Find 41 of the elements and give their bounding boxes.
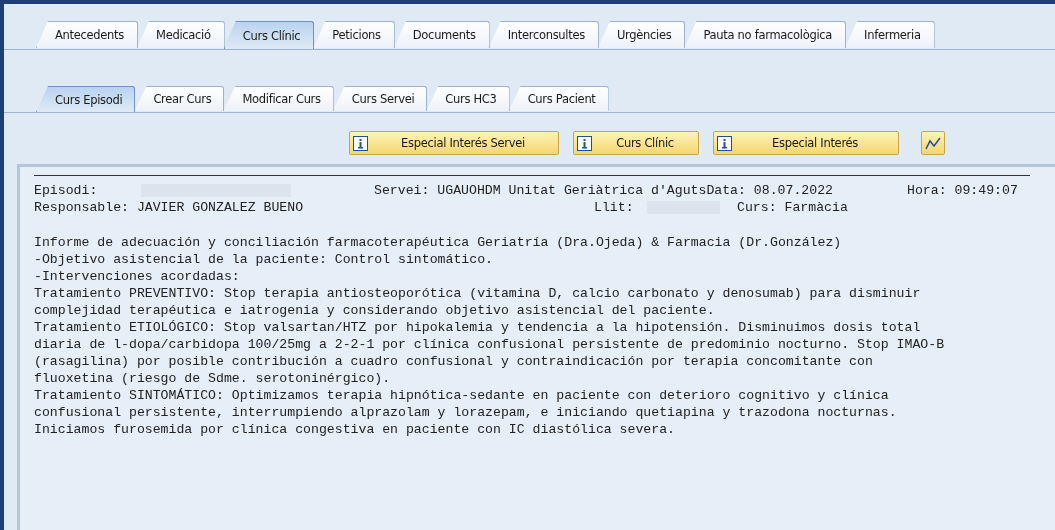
field-label: Llit:	[594, 200, 635, 215]
tab[interactable]: Urgències	[597, 21, 686, 48]
tab[interactable]: Documents	[393, 21, 490, 48]
report-line: fluoxetina (riesgo de Sdme. serotoninérgico).	[34, 370, 392, 387]
tab[interactable]: Infermeria	[845, 21, 935, 48]
responsible-text: Responsable: JAVIER GONZALEZ BUENO	[34, 200, 305, 215]
report-line: Iniciamos furosemida por clínica congestiva en paciente con IC diastólica severa.	[34, 421, 677, 438]
line-chart-icon	[925, 135, 941, 151]
tab[interactable]: Curs Clínic	[223, 21, 315, 49]
report-line: Informe de adecuación y conciliación farmacoterapéutica Geriatría (Dra.Ojeda) & Farmacia (Dr.González)	[34, 234, 843, 251]
report-line: Tratamiento ETIOLÓGICO: Stop valsartan/HTZ por hipokalemia y tendencia a la hipotensión. Disminuimos dosis total	[34, 319, 922, 336]
chart-button[interactable]	[921, 131, 945, 155]
field-label: Episodi:	[34, 183, 99, 198]
report-line: diaria de l-dopa/carbidopa 100/25mg a 2-2-1 por clínica confusional persistente de predominio nocturno. Stop IMAO-B	[34, 336, 946, 353]
report-line: -Objetivo asistencial de la paciente: Control sintomático.	[34, 251, 494, 268]
report-line: confusional persistente, interrumpiendo alprazolam y lorazepam, e iniciando quetiapina y trazodona nocturnas.	[34, 404, 898, 421]
report-line: (rasagilina) por posible contribución a cuadro confusional y contraindicación por terapia concomitante con	[34, 353, 874, 370]
course-text: Curs: Farmàcia	[737, 200, 848, 215]
tab[interactable]: Crear Curs	[134, 86, 225, 111]
info-icon	[577, 135, 592, 151]
info-button[interactable]: Especial Interés Servei	[349, 131, 559, 155]
report-line: -Intervenciones acordadas:	[34, 268, 241, 285]
service-text: Servei: UGAUOHDM Unitat Geriàtrica d'AgutsData: 08.07.2022	[374, 183, 834, 198]
info-button[interactable]: Especial Interés	[713, 131, 899, 155]
tab[interactable]: Curs HC3	[426, 86, 510, 111]
tab[interactable]: Modificar Curs	[223, 86, 334, 111]
tab[interactable]: Pauta no farmacològica	[684, 21, 847, 48]
info-icon	[717, 135, 732, 151]
tab[interactable]: Peticions	[313, 21, 395, 48]
info-button[interactable]: Curs Clínic	[573, 131, 699, 155]
time-text: Hora: 09:49:07	[907, 183, 1018, 198]
report-line: complejidad terapéutica e iatrogenia y considerando objetivo asistencial del paciente.	[34, 302, 716, 319]
tab[interactable]: Interconsultes	[488, 21, 599, 48]
report-line: Tratamiento SINTOMÁTICO: Optimizamos terapia hipnótica-sedante en paciente con deterioro cognitivo y clínica	[34, 387, 890, 404]
report-line: Tratamiento PREVENTIVO: Stop terapia antiosteoporótica (vitamina D, calcio carbonato y denosumab) para disminuir	[34, 285, 922, 302]
tab[interactable]: Curs Episodi	[36, 86, 136, 112]
tab[interactable]: Medicació	[137, 21, 225, 48]
info-icon	[353, 135, 368, 151]
tab[interactable]: Curs Servei	[332, 86, 428, 111]
tab[interactable]: Antecedents	[36, 21, 138, 48]
tab[interactable]: Curs Pacient	[508, 86, 609, 111]
